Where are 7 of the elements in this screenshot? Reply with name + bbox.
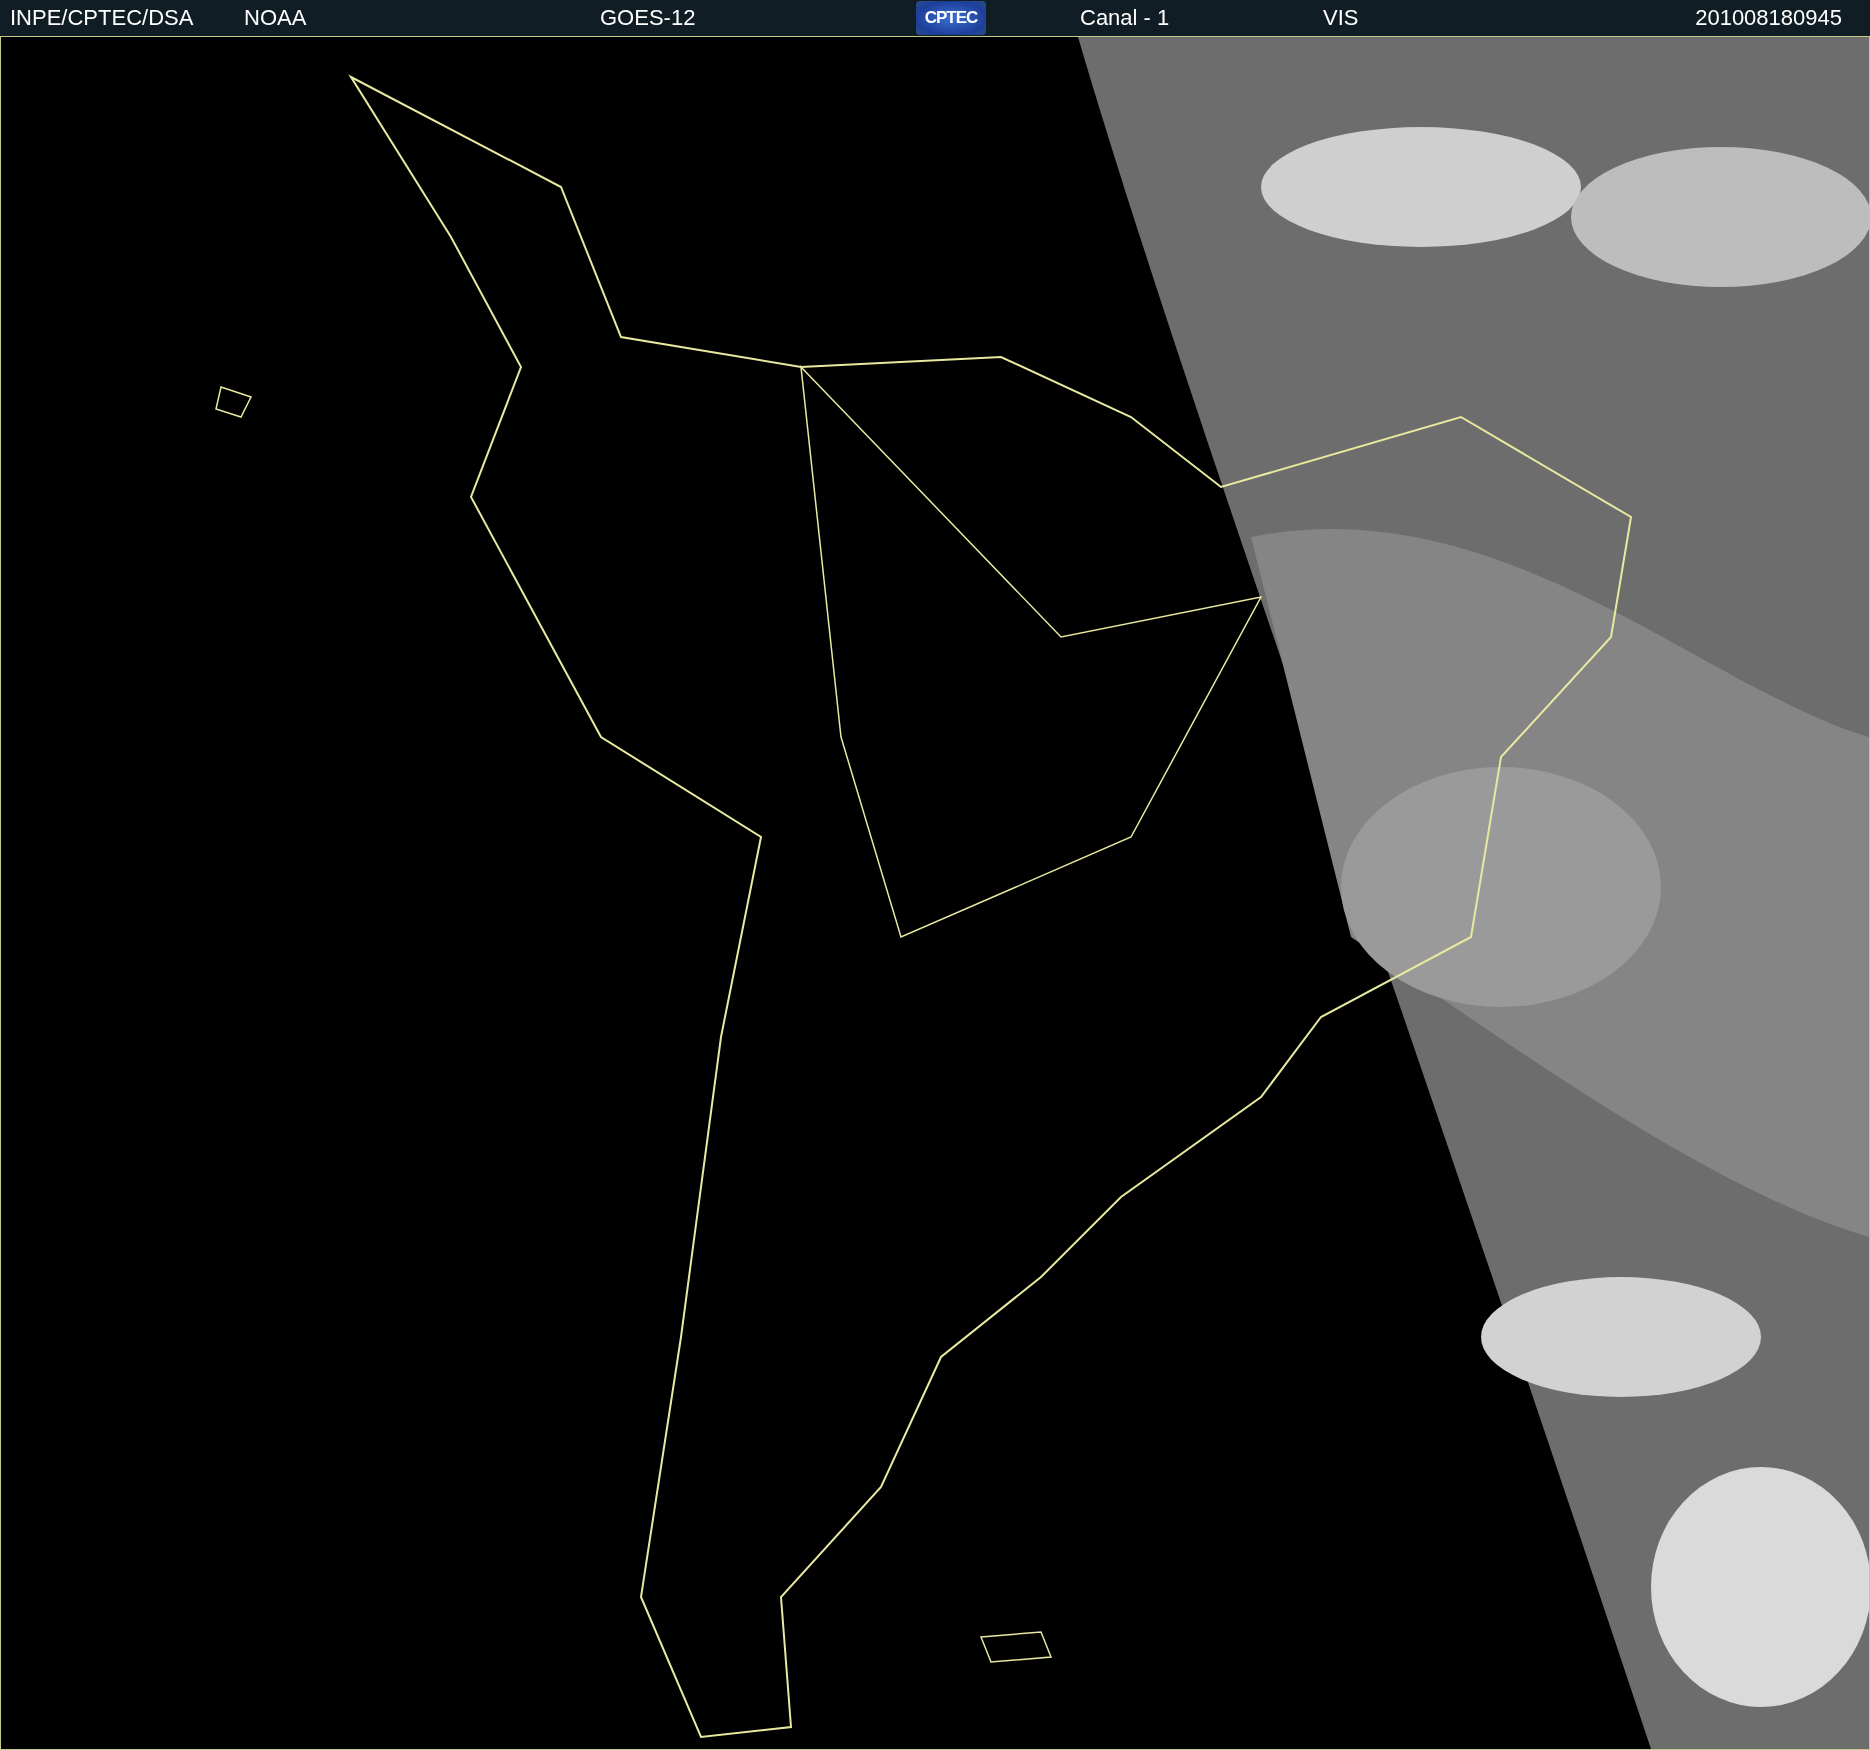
header-label: VIS xyxy=(1323,5,1359,31)
header-label: NOAA xyxy=(244,5,307,31)
header-label: Canal - 1 xyxy=(1080,5,1170,31)
logo: CPTEC xyxy=(916,1,986,35)
header-label: INPE/CPTEC/DSA xyxy=(10,5,194,31)
header-label: GOES-12 xyxy=(600,5,696,31)
header-label: 201008180945 xyxy=(1695,5,1842,31)
